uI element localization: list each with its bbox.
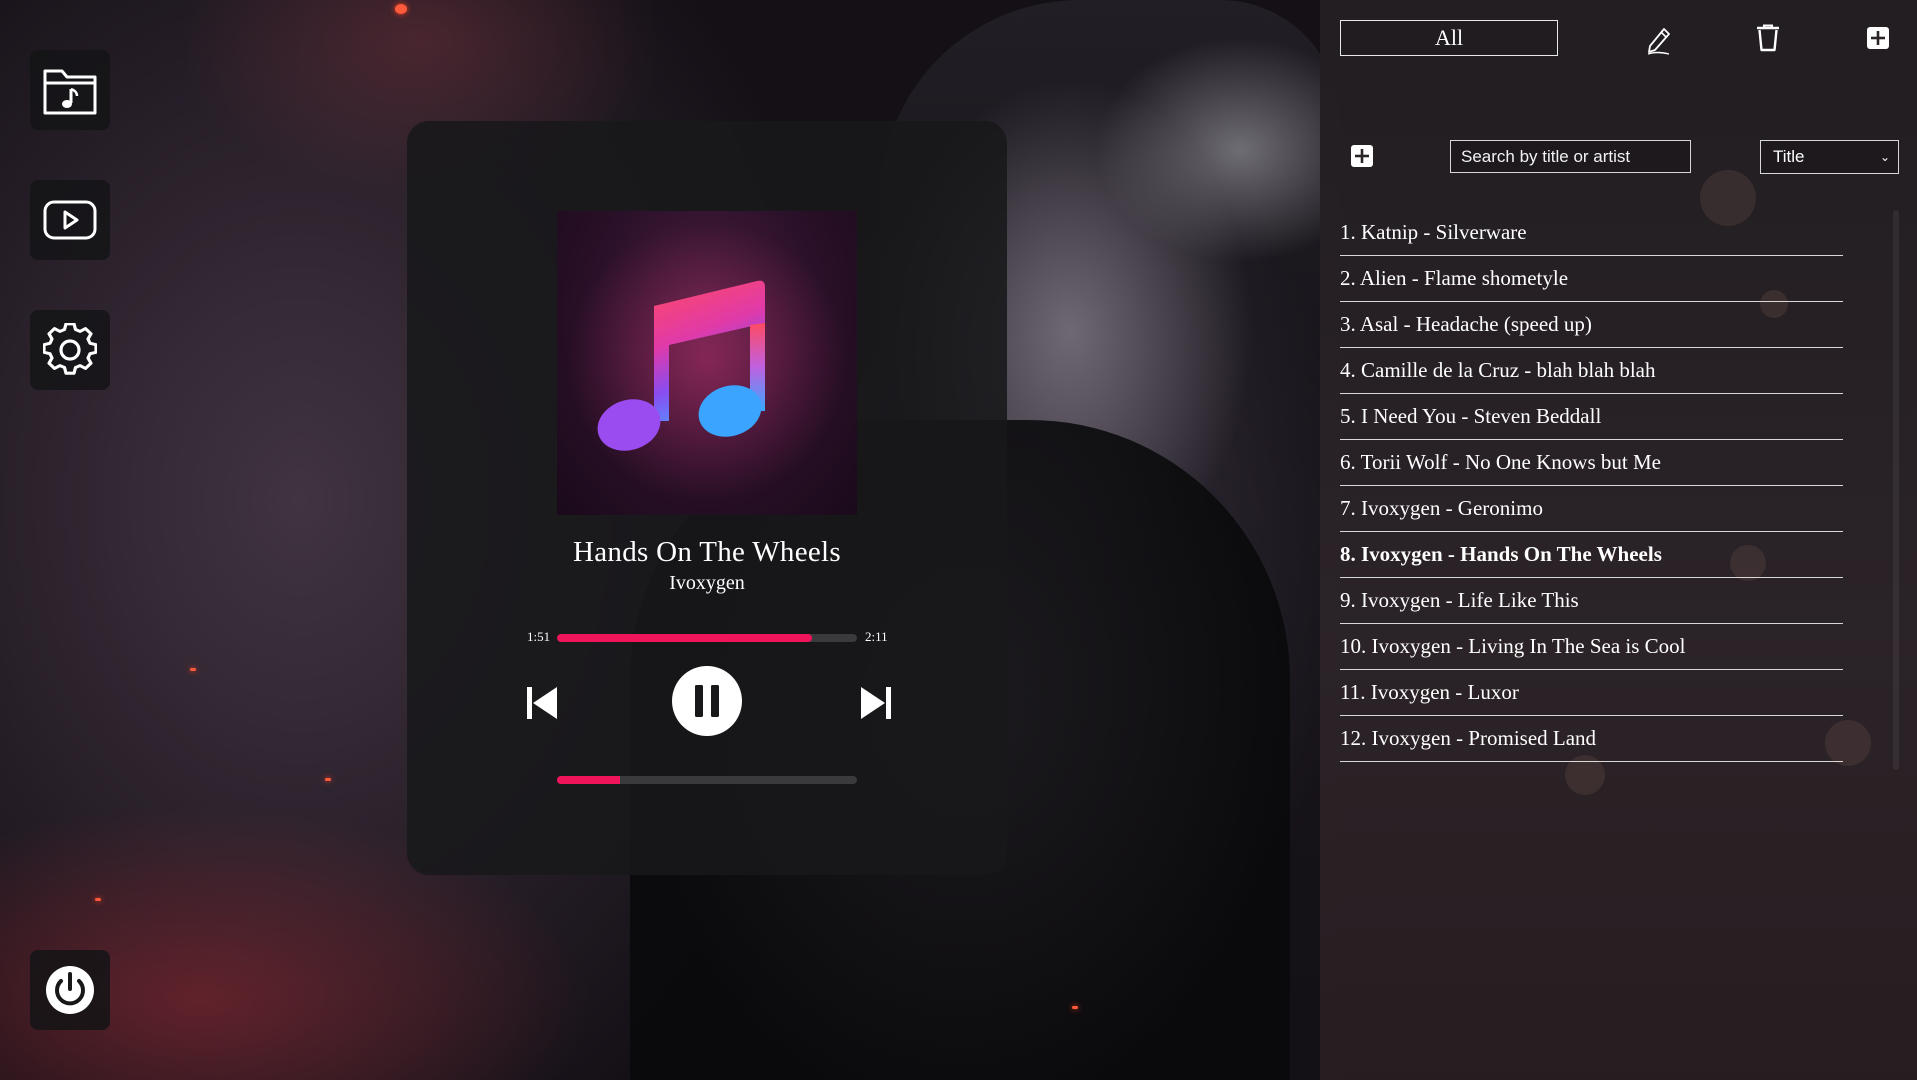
sort-select[interactable]: Title ⌄ xyxy=(1760,140,1899,174)
track-item[interactable]: 2. Alien - Flame shometyle xyxy=(1340,256,1843,302)
track-label: 2. Alien - Flame shometyle xyxy=(1340,266,1569,290)
music-note-icon xyxy=(567,221,847,501)
ember-spark xyxy=(95,898,101,901)
track-item[interactable]: 6. Torii Wolf - No One Knows but Me xyxy=(1340,440,1843,486)
skip-previous-icon xyxy=(527,687,557,719)
ember-spark xyxy=(1072,1006,1078,1009)
track-item[interactable]: 7. Ivoxygen - Geronimo xyxy=(1340,486,1843,532)
search-input[interactable] xyxy=(1450,140,1691,173)
track-label: 12. Ivoxygen - Promised Land xyxy=(1340,726,1597,750)
skip-next-icon xyxy=(861,687,891,719)
track-label: 7. Ivoxygen - Geronimo xyxy=(1340,496,1543,520)
power-button[interactable] xyxy=(30,950,110,1030)
track-label: 8. Ivoxygen - Hands On The Wheels xyxy=(1340,542,1662,566)
track-list: 1. Katnip - Silverware 2. Alien - Flame s… xyxy=(1340,210,1843,762)
power-icon xyxy=(46,966,94,1014)
ember-spark xyxy=(190,668,196,671)
track-item[interactable]: 12. Ivoxygen - Promised Land xyxy=(1340,716,1843,762)
track-item[interactable]: 11. Ivoxygen - Luxor xyxy=(1340,670,1843,716)
volume-slider[interactable] xyxy=(557,776,857,784)
track-label: 10. Ivoxygen - Living In The Sea is Cool xyxy=(1340,634,1686,658)
track-label: 9. Ivoxygen - Life Like This xyxy=(1340,588,1579,612)
video-button[interactable] xyxy=(30,180,110,260)
track-item[interactable]: 3. Asal - Headache (speed up) xyxy=(1340,302,1843,348)
plus-square-icon xyxy=(1867,27,1889,49)
album-cover xyxy=(557,211,857,515)
track-item[interactable]: 10. Ivoxygen - Living In The Sea is Cool xyxy=(1340,624,1843,670)
track-label: 5. I Need You - Steven Beddall xyxy=(1340,404,1602,428)
playback-progress-bar[interactable] xyxy=(557,634,857,642)
add-track-button[interactable] xyxy=(1348,142,1376,170)
app-window: Hands On The Wheels Ivoxygen 1:51 2:11 A… xyxy=(0,0,1917,1080)
track-item[interactable]: 8. Ivoxygen - Hands On The Wheels xyxy=(1340,532,1843,578)
track-item[interactable]: 5. I Need You - Steven Beddall xyxy=(1340,394,1843,440)
settings-button[interactable] xyxy=(30,310,110,390)
pause-icon xyxy=(695,685,719,717)
track-label: 6. Torii Wolf - No One Knows but Me xyxy=(1340,450,1661,474)
song-artist: Ivoxygen xyxy=(669,572,745,594)
track-item[interactable]: 9. Ivoxygen - Life Like This xyxy=(1340,578,1843,624)
chevron-down-icon: ⌄ xyxy=(1879,150,1890,164)
track-item[interactable]: 1. Katnip - Silverware xyxy=(1340,210,1843,256)
gear-icon xyxy=(43,323,97,375)
now-playing-card: Hands On The Wheels Ivoxygen 1:51 2:11 xyxy=(407,121,1007,875)
total-duration: 2:11 xyxy=(865,629,888,644)
music-library-button[interactable] xyxy=(30,50,110,130)
song-title: Hands On The Wheels xyxy=(573,536,841,568)
playlist-panel: All Search by title or artist Title ⌄ 1.… xyxy=(1320,0,1917,1080)
track-label: 1. Katnip - Silverware xyxy=(1340,220,1527,244)
elapsed-time: 1:51 xyxy=(527,629,551,644)
track-label: 11. Ivoxygen - Luxor xyxy=(1340,680,1519,704)
track-label: 3. Asal - Headache (speed up) xyxy=(1340,312,1592,336)
playback-progress-fill xyxy=(557,634,812,642)
pencil-icon xyxy=(1647,28,1670,55)
track-list-scrollbar[interactable] xyxy=(1893,210,1899,770)
plus-square-icon xyxy=(1351,145,1373,167)
previous-button[interactable] xyxy=(524,685,560,721)
track-item[interactable]: 4. Camille de la Cruz - blah blah blah xyxy=(1340,348,1843,394)
delete-playlist-button[interactable] xyxy=(1751,21,1785,55)
trash-icon xyxy=(1757,24,1779,52)
volume-slider-fill xyxy=(557,776,620,784)
track-label: 4. Camille de la Cruz - blah blah blah xyxy=(1340,358,1656,382)
ember-spark xyxy=(395,4,407,14)
ember-spark xyxy=(325,778,331,781)
pause-button[interactable] xyxy=(672,666,742,736)
playlist-filter-button[interactable]: All xyxy=(1340,20,1558,56)
add-playlist-button[interactable] xyxy=(1864,24,1892,52)
edit-playlist-button[interactable] xyxy=(1642,24,1676,58)
next-button[interactable] xyxy=(858,685,894,721)
music-folder-icon xyxy=(43,69,97,115)
video-play-icon xyxy=(43,200,97,240)
sort-select-value: Title xyxy=(1773,147,1805,166)
